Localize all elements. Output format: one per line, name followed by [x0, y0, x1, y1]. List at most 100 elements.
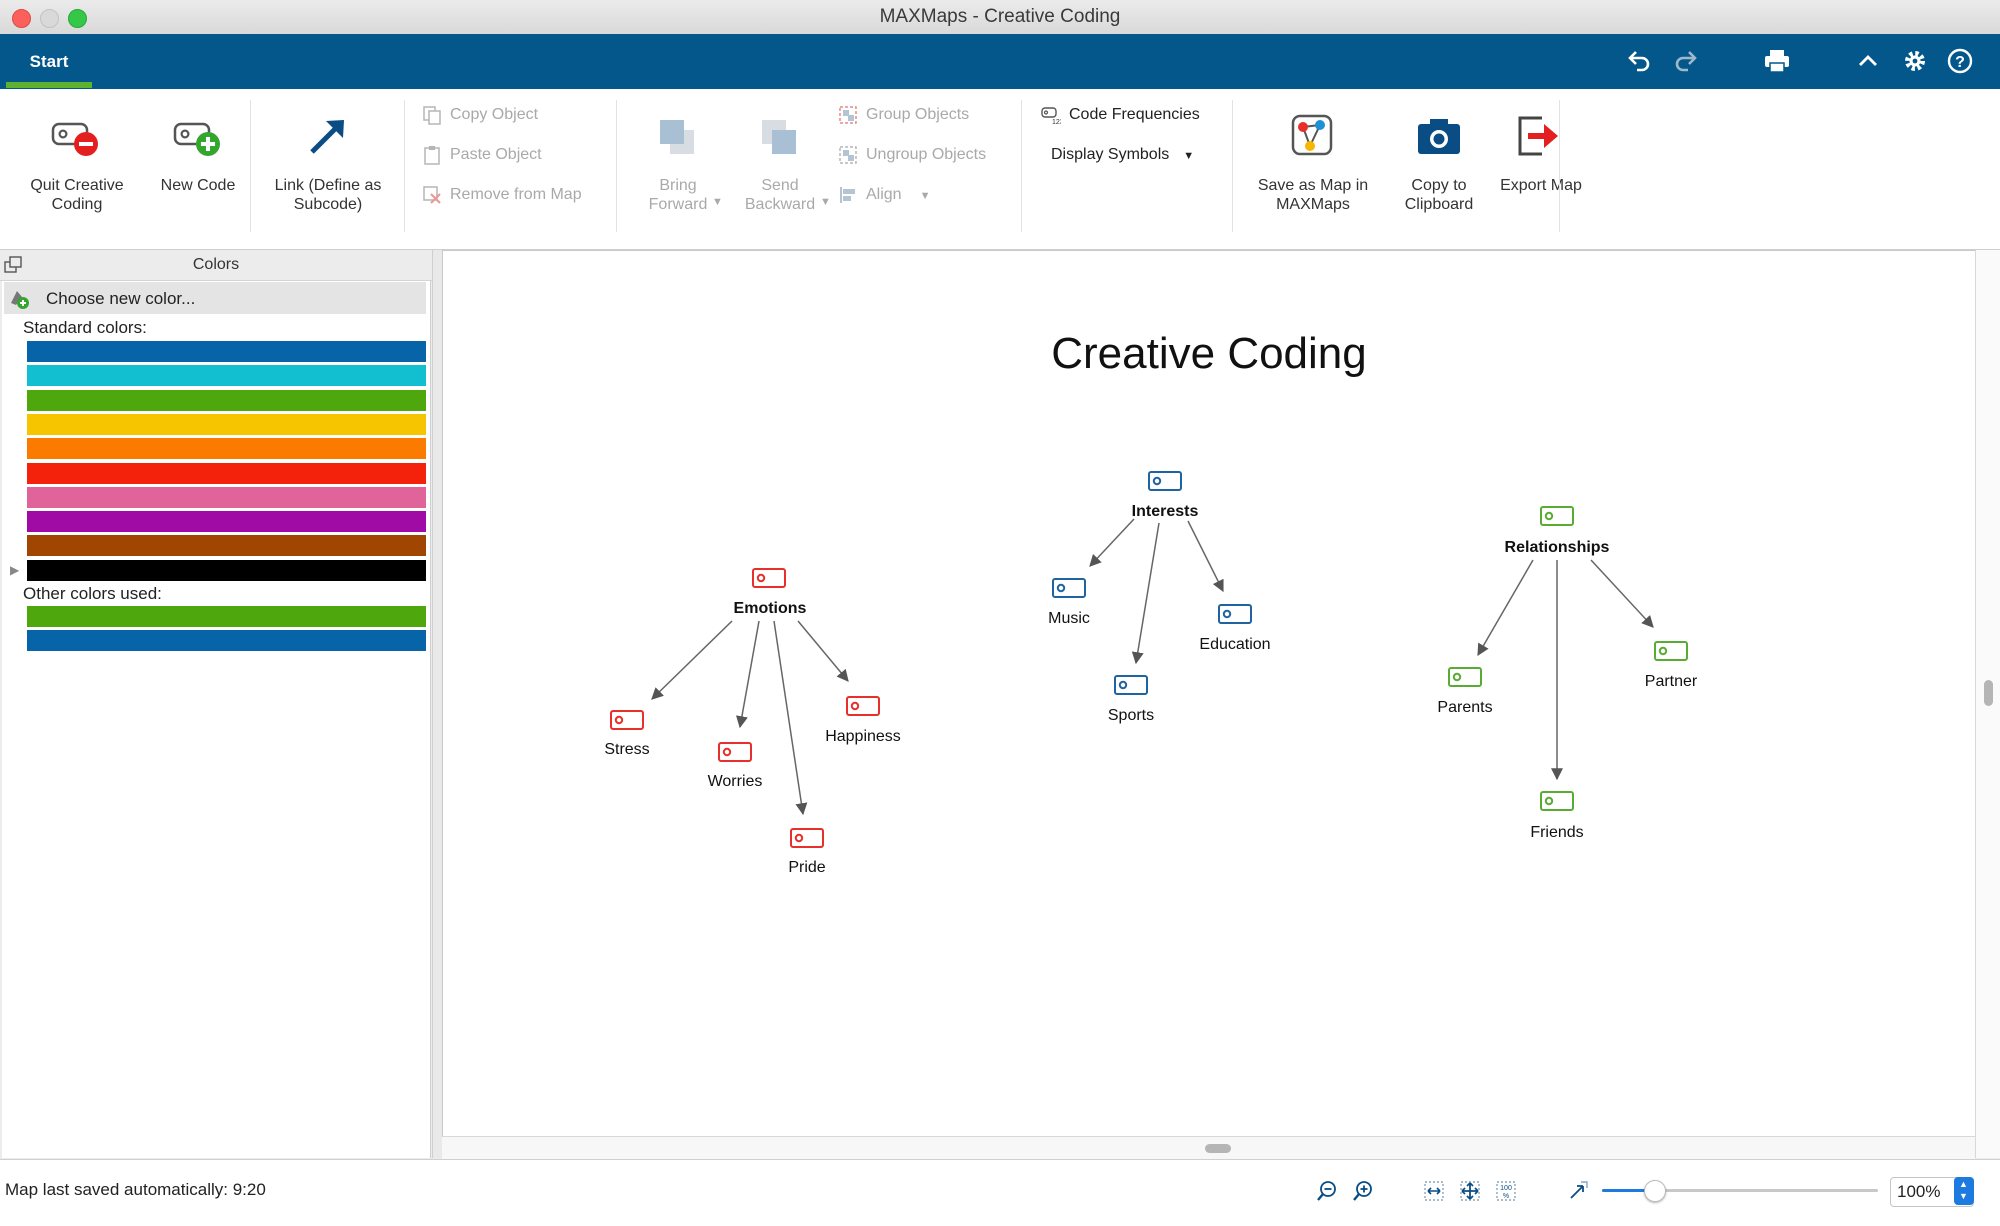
horizontal-scrollbar[interactable] — [442, 1136, 1975, 1159]
vertical-scroll-thumb[interactable] — [1984, 680, 1993, 706]
edge-relationships-partner[interactable] — [1590, 559, 1654, 628]
code-tag-icon[interactable] — [845, 695, 881, 717]
code-tag-icon[interactable] — [717, 741, 753, 763]
other-color-swatch-1[interactable] — [27, 606, 426, 627]
redo-icon[interactable] — [1672, 46, 1702, 76]
copy-to-clipboard-button[interactable]: Copy to Clipboard — [1384, 108, 1494, 218]
window-titlebar: MAXMaps - Creative Coding — [0, 0, 2000, 35]
edge-emotions-happiness[interactable] — [797, 620, 849, 682]
ribbon-separator — [616, 100, 617, 232]
bring-forward-button[interactable]: Bring Forward ▼ — [632, 108, 724, 218]
display-symbols-label: Display Symbols — [1051, 146, 1170, 163]
display-symbols-dropdown[interactable]: Display Symbols ▼ — [1051, 144, 1194, 166]
ribbon-separator — [250, 100, 251, 232]
node-label-music[interactable]: Music — [1019, 610, 1119, 628]
node-label-friends[interactable]: Friends — [1507, 824, 1607, 842]
align-dropdown-icon[interactable]: ▼ — [920, 190, 931, 202]
node-label-partner[interactable]: Partner — [1621, 673, 1721, 691]
align-button[interactable]: Align ▼ — [838, 184, 930, 206]
other-colors-label: Other colors used: — [23, 584, 162, 603]
node-label-emotions[interactable]: Emotions — [695, 600, 845, 618]
bring-forward-label: Bring Forward — [648, 177, 708, 213]
reset-zoom-icon[interactable] — [1566, 1179, 1590, 1203]
horizontal-scroll-thumb[interactable] — [1205, 1144, 1231, 1153]
node-label-happiness[interactable]: Happiness — [803, 728, 923, 746]
export-map-button[interactable]: Export Map — [1496, 108, 1586, 218]
node-label-interests[interactable]: Interests — [1105, 503, 1225, 521]
chevron-up-icon[interactable]: ▲ — [1959, 1179, 1968, 1189]
zoom-in-icon[interactable] — [1352, 1180, 1374, 1202]
ungroup-objects-button[interactable]: Ungroup Objects — [838, 144, 986, 166]
bring-forward-dropdown-icon[interactable]: ▼ — [712, 196, 723, 208]
code-tag-icon[interactable] — [1539, 505, 1575, 527]
code-tag-icon[interactable] — [1217, 603, 1253, 625]
quit-creative-coding-button[interactable]: Quit Creative Coding — [14, 108, 140, 218]
code-tag-icon[interactable] — [1539, 790, 1575, 812]
edge-interests-sports[interactable] — [1131, 522, 1160, 665]
vertical-scrollbar[interactable] — [1975, 250, 2000, 1158]
code-tag-icon[interactable] — [1113, 674, 1149, 696]
standard-color-swatch-8[interactable] — [27, 511, 426, 533]
zoom-out-icon[interactable] — [1316, 1180, 1338, 1202]
zoom-100-icon[interactable]: 100% — [1494, 1179, 1518, 1203]
ribbon-separator — [1559, 100, 1560, 232]
node-label-relationships[interactable]: Relationships — [1482, 539, 1632, 557]
node-label-sports[interactable]: Sports — [1081, 707, 1181, 725]
send-backward-dropdown-icon[interactable]: ▼ — [820, 196, 831, 208]
zoom-slider-track[interactable] — [1602, 1180, 1878, 1202]
standard-color-swatch-7[interactable] — [27, 486, 426, 508]
node-label-pride[interactable]: Pride — [757, 859, 857, 877]
fit-page-icon[interactable] — [1458, 1179, 1482, 1203]
code-frequencies-button[interactable]: 123 Code Frequencies — [1041, 104, 1200, 126]
group-objects-button[interactable]: Group Objects — [838, 104, 969, 126]
gear-icon[interactable] — [1900, 46, 1930, 76]
code-tag-icon[interactable] — [1653, 640, 1689, 662]
standard-color-swatch-5[interactable] — [27, 438, 426, 460]
map-canvas[interactable]: Creative Coding Emotions Stress Worries … — [442, 250, 1976, 1138]
chevron-down-icon[interactable]: ▼ — [1959, 1191, 1968, 1201]
node-label-worries[interactable]: Worries — [685, 773, 785, 791]
paste-object-label: Paste Object — [450, 146, 542, 163]
standard-color-swatch-4[interactable] — [27, 413, 426, 435]
code-tag-icon[interactable] — [751, 567, 787, 589]
save-as-map-label: Save as Map in MAXMaps — [1257, 177, 1369, 213]
choose-new-color-button[interactable]: Choose new color... — [4, 282, 426, 314]
edge-interests-education[interactable] — [1187, 520, 1224, 593]
code-tag-icon[interactable] — [1447, 666, 1483, 688]
node-label-stress[interactable]: Stress — [577, 741, 677, 759]
standard-colors-label: Standard colors: — [23, 318, 147, 337]
standard-color-swatch-9[interactable] — [27, 535, 426, 557]
edge-emotions-stress[interactable] — [651, 620, 733, 700]
node-label-education[interactable]: Education — [1175, 636, 1295, 654]
edge-emotions-worries[interactable] — [735, 620, 760, 729]
undo-icon[interactable] — [1623, 46, 1653, 76]
node-label-parents[interactable]: Parents — [1415, 699, 1515, 717]
new-code-button[interactable]: New Code — [148, 108, 248, 218]
remove-from-map-button[interactable]: Remove from Map — [422, 184, 582, 206]
ungroup-objects-label: Ungroup Objects — [866, 146, 987, 163]
tab-start[interactable]: Start — [6, 34, 92, 89]
help-icon[interactable]: ? — [1945, 46, 1975, 76]
fit-width-icon[interactable] — [1422, 1179, 1446, 1203]
standard-color-swatch-10[interactable] — [27, 559, 426, 581]
standard-color-swatch-1[interactable] — [27, 341, 426, 362]
link-define-subcode-button[interactable]: Link (Define as Subcode) — [258, 108, 398, 218]
standard-color-swatch-3[interactable] — [27, 389, 426, 411]
other-color-swatch-2[interactable] — [27, 630, 426, 652]
map-connections — [651, 518, 1654, 816]
save-as-map-button[interactable]: Save as Map in MAXMaps — [1248, 108, 1378, 218]
paste-object-button[interactable]: Paste Object — [422, 144, 542, 166]
standard-color-swatch-2[interactable] — [27, 365, 426, 387]
standard-color-swatch-6[interactable] — [27, 462, 426, 484]
collapse-ribbon-icon[interactable] — [1853, 46, 1883, 76]
send-backward-button[interactable]: Send Backward ▼ — [732, 108, 831, 218]
code-tag-icon[interactable] — [609, 709, 645, 731]
code-tag-icon[interactable] — [1051, 577, 1087, 599]
edge-interests-music[interactable] — [1089, 518, 1135, 567]
edge-relationships-parents[interactable] — [1477, 559, 1534, 657]
print-icon[interactable] — [1762, 46, 1792, 76]
code-tag-icon[interactable] — [789, 827, 825, 849]
copy-object-button[interactable]: Copy Object — [422, 104, 538, 126]
code-tag-icon[interactable] — [1147, 470, 1183, 492]
zoom-stepper[interactable]: ▲ ▼ — [1954, 1177, 1974, 1205]
